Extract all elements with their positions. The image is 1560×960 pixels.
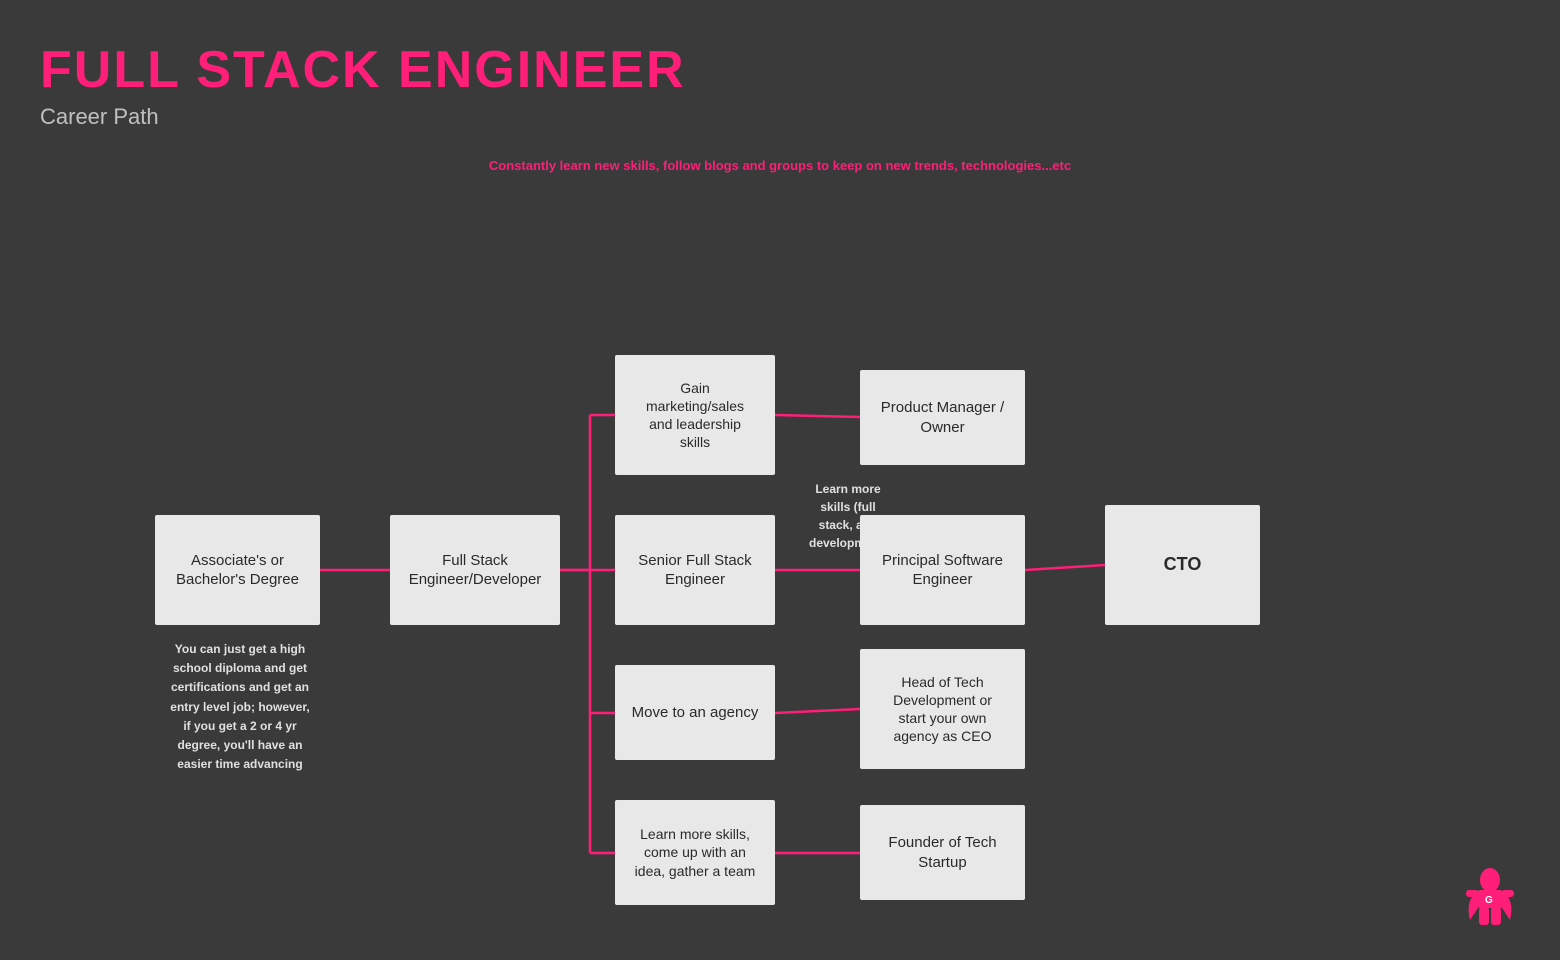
top-note: Constantly learn new skills, follow blog… (489, 158, 1071, 173)
degree-note: You can just get a highschool diploma an… (140, 640, 340, 774)
diagram: Associate's orBachelor's Degree You can … (0, 185, 1560, 935)
node-degree: Associate's orBachelor's Degree (155, 515, 320, 625)
node-head-tech: Head of TechDevelopment orstart your own… (860, 649, 1025, 769)
node-product-manager: Product Manager /Owner (860, 370, 1025, 465)
main-title: FULL STACK ENGINEER (40, 40, 686, 100)
logo: G (1460, 860, 1520, 930)
node-fullstack: Full StackEngineer/Developer (390, 515, 560, 625)
svg-text:G: G (1485, 895, 1493, 906)
node-founder: Founder of TechStartup (860, 805, 1025, 900)
node-learn-more: Learn more skills,come up with anidea, g… (615, 800, 775, 905)
header: FULL STACK ENGINEER Career Path (40, 40, 686, 130)
sub-title: Career Path (40, 104, 686, 130)
node-marketing: Gainmarketing/salesand leadershipskills (615, 355, 775, 475)
node-senior: Senior Full StackEngineer (615, 515, 775, 625)
node-agency: Move to an agency (615, 665, 775, 760)
node-cto: CTO (1105, 505, 1260, 625)
node-principal: Principal SoftwareEngineer (860, 515, 1025, 625)
